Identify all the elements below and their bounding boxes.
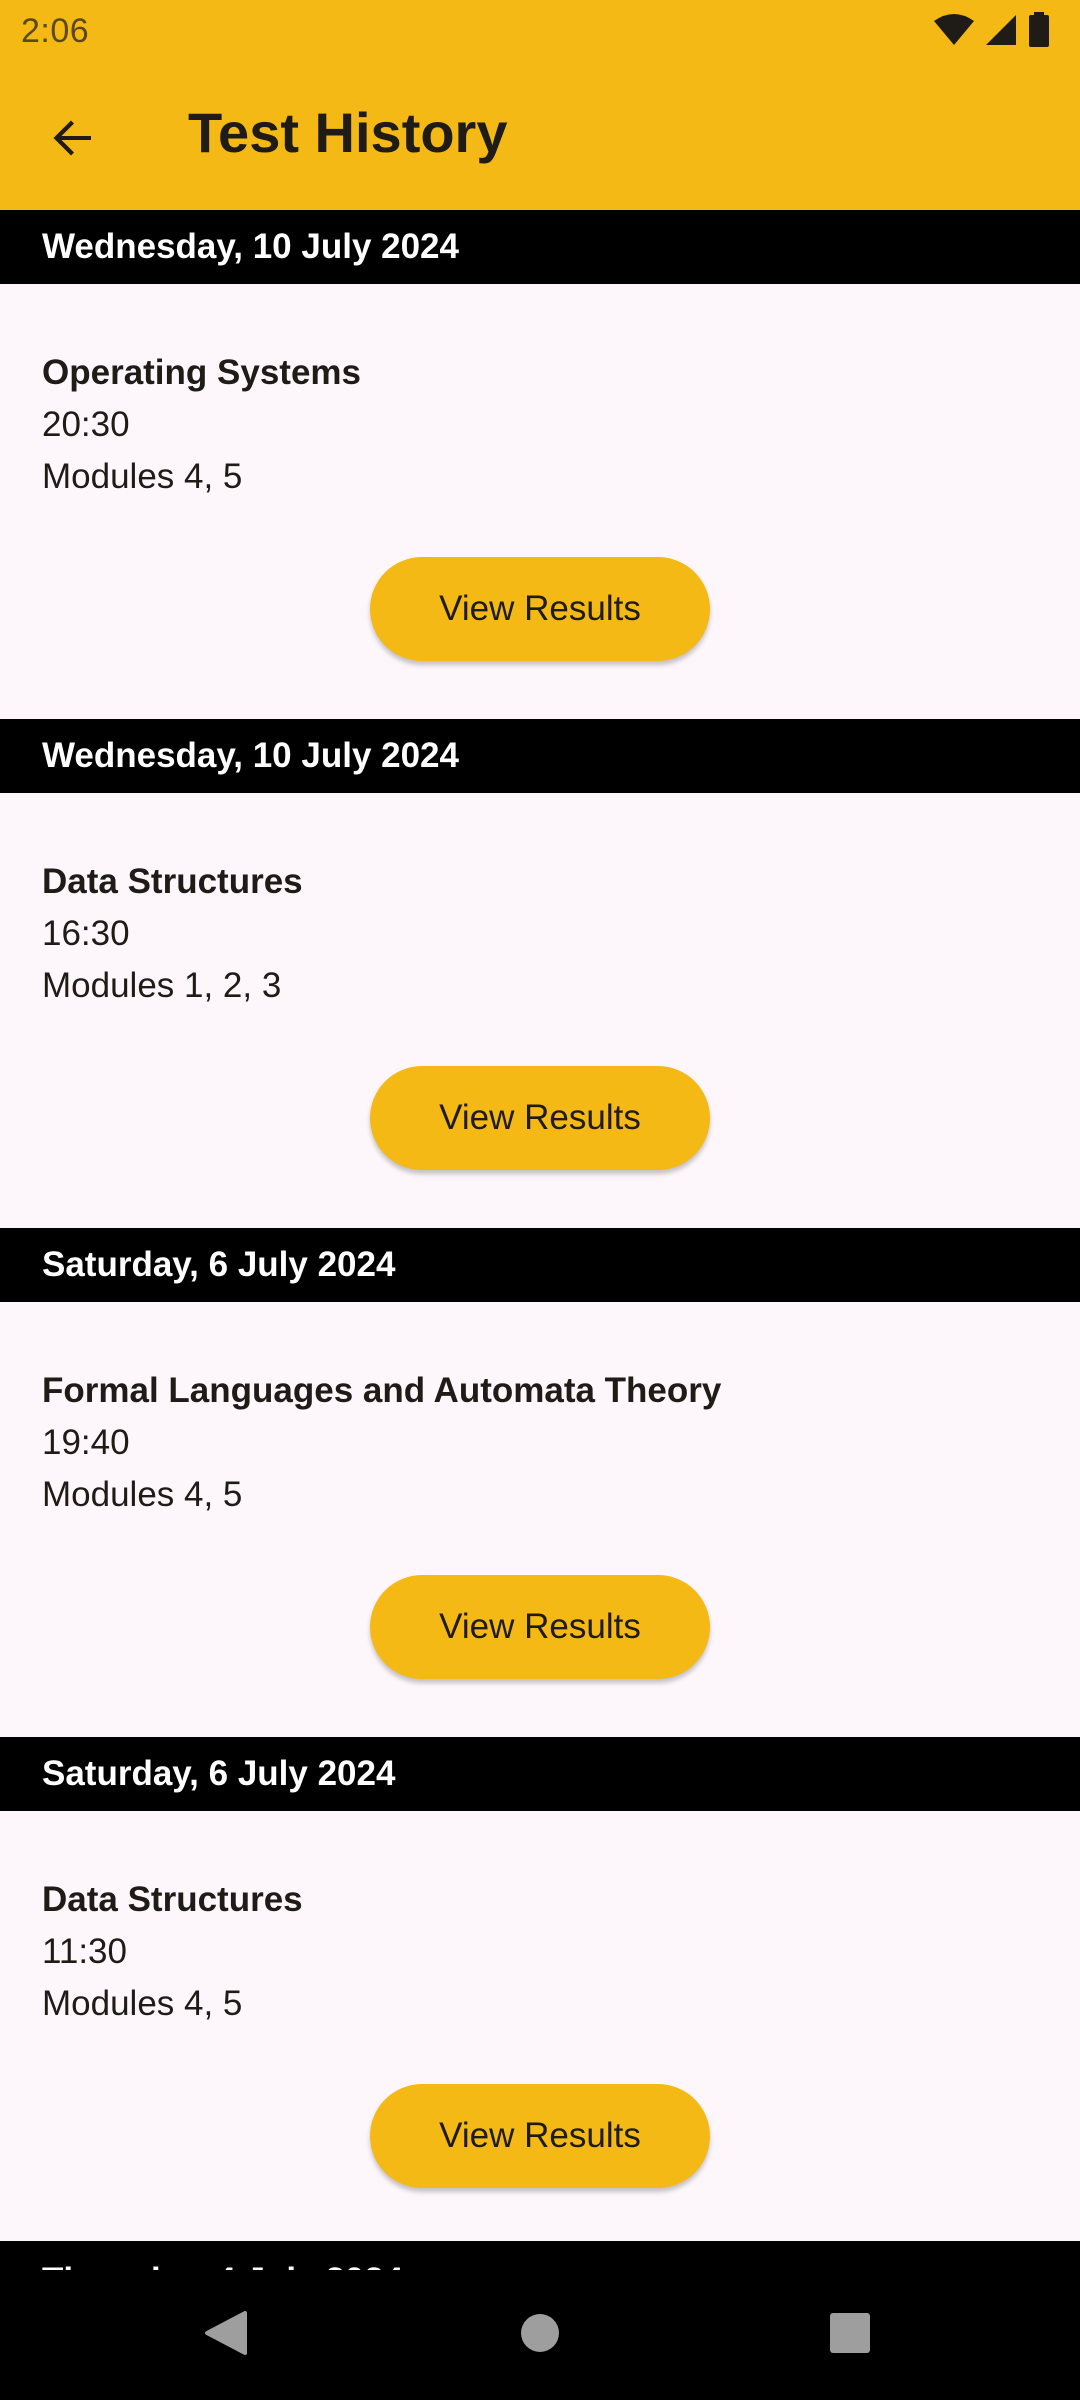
date-header-partial: Thursday, 4 July 2024 — [0, 2241, 1080, 2270]
home-circle-icon — [519, 2312, 561, 2359]
test-time: 11:30 — [42, 1932, 127, 1971]
wifi-icon — [934, 13, 974, 52]
test-entry: Wednesday, 10 July 2024 Data Structures … — [0, 719, 1080, 1228]
test-entry: Saturday, 6 July 2024 Data Structures 11… — [0, 1737, 1080, 2246]
nav-home-button[interactable] — [500, 2295, 580, 2375]
page-title: Test History — [188, 101, 508, 164]
date-label: Thursday, 4 July 2024 — [42, 2259, 403, 2270]
nav-back-button[interactable] — [185, 2295, 265, 2375]
date-label: Wednesday, 10 July 2024 — [42, 227, 459, 266]
date-header: Wednesday, 10 July 2024 — [0, 210, 1080, 284]
test-modules: Modules 4, 5 — [42, 1984, 243, 2023]
arrow-back-icon — [49, 114, 97, 167]
nav-recents-button[interactable] — [810, 2295, 890, 2375]
test-history-list[interactable]: Wednesday, 10 July 2024 Operating System… — [0, 210, 1080, 2270]
test-time: 20:30 — [42, 405, 130, 444]
date-label: Saturday, 6 July 2024 — [42, 1245, 396, 1284]
back-triangle-icon — [203, 2309, 247, 2362]
view-results-button[interactable]: View Results — [370, 2084, 710, 2188]
status-icons — [934, 11, 1050, 53]
view-results-button[interactable]: View Results — [370, 1066, 710, 1170]
subject-name: Data Structures — [42, 862, 303, 901]
subject-name: Data Structures — [42, 1880, 303, 1919]
test-entry: Wednesday, 10 July 2024 Operating System… — [0, 210, 1080, 719]
date-header: Saturday, 6 July 2024 — [0, 1737, 1080, 1811]
battery-icon — [1028, 11, 1050, 53]
test-modules: Modules 4, 5 — [42, 457, 243, 496]
test-time: 16:30 — [42, 914, 130, 953]
system-nav-bar — [0, 2270, 1080, 2400]
view-results-button[interactable]: View Results — [370, 557, 710, 661]
subject-name: Operating Systems — [42, 353, 361, 392]
date-header: Wednesday, 10 July 2024 — [0, 719, 1080, 793]
test-modules: Modules 4, 5 — [42, 1475, 243, 1514]
view-results-button[interactable]: View Results — [370, 1575, 710, 1679]
back-button[interactable] — [30, 97, 116, 183]
status-time: 2:06 — [21, 12, 90, 50]
date-header: Saturday, 6 July 2024 — [0, 1228, 1080, 1302]
date-label: Saturday, 6 July 2024 — [42, 1754, 396, 1793]
app-bar: Test History — [0, 64, 1080, 210]
test-entry: Saturday, 6 July 2024 Formal Languages a… — [0, 1228, 1080, 1737]
date-label: Wednesday, 10 July 2024 — [42, 736, 459, 775]
status-bar: 2:06 — [0, 0, 1080, 64]
test-modules: Modules 1, 2, 3 — [42, 966, 282, 1005]
recents-square-icon — [829, 2312, 871, 2359]
signal-icon — [984, 13, 1018, 52]
test-time: 19:40 — [42, 1423, 130, 1462]
subject-name: Formal Languages and Automata Theory — [42, 1371, 722, 1410]
